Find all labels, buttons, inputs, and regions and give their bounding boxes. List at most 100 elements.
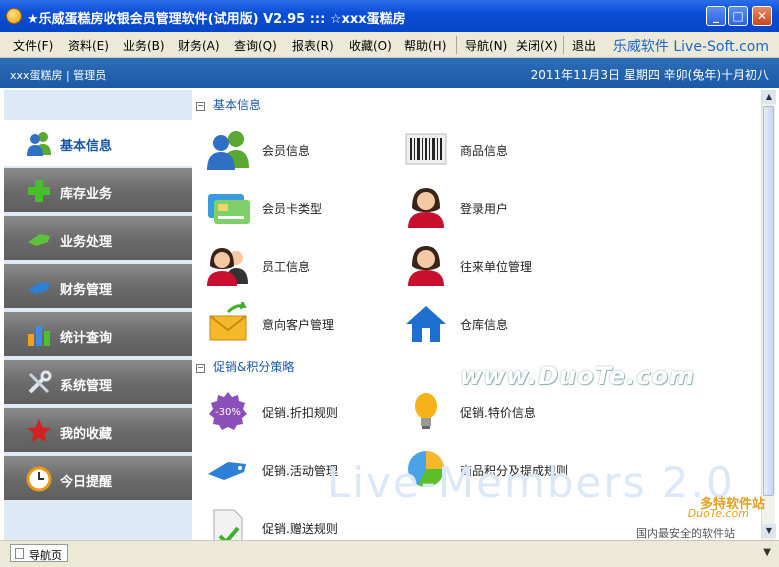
menu-separator (563, 36, 564, 54)
tile-label: 促销.折扣规则 (262, 406, 338, 420)
house-icon (406, 306, 446, 342)
menu-separator (456, 36, 457, 54)
plus-icon (28, 180, 50, 202)
section-title: 基本信息 (213, 98, 262, 112)
sidebar-item-label: 业务处理 (60, 235, 113, 250)
maximize-button[interactable]: □ (728, 6, 748, 26)
sidebar-item-label: 我的收藏 (60, 427, 113, 442)
lightbulb-icon (415, 393, 437, 429)
tile-product-info[interactable]: 商品信息 (396, 124, 586, 174)
brand-logo-text[interactable]: 乐威软件 Live-Soft.com (613, 36, 769, 56)
discount-badge-icon: -30% (209, 392, 247, 430)
shop-user-label: xxx蛋糕房 | 管理员 (10, 69, 107, 82)
tile-gift-rules[interactable]: 促销.赠送规则 (198, 502, 388, 540)
scroll-up-icon[interactable]: ▲ (762, 90, 776, 104)
tag-icon (208, 462, 246, 480)
section-basic-info-header[interactable]: − 基本信息 (196, 96, 261, 113)
barcode-icon (405, 133, 447, 165)
collapse-icon[interactable]: − (196, 364, 205, 373)
page-icon (15, 548, 24, 559)
sidebar-item-label: 系统管理 (60, 379, 113, 394)
tile-label: 促销.赠送规则 (262, 522, 338, 536)
tile-partner-management[interactable]: 往来单位管理 (396, 240, 586, 290)
user-female-icon (408, 246, 444, 286)
bar-chart-icon (28, 326, 50, 346)
sidebar-item-label: 统计查询 (60, 331, 113, 346)
users-icon (207, 131, 249, 170)
sidebar-item-statistics[interactable]: 统计查询 (4, 312, 192, 358)
watermark-duote: www.DuoTe.com (460, 362, 695, 390)
tile-label: 商品信息 (460, 144, 509, 158)
app-logo-icon (6, 8, 22, 24)
star-icon (27, 419, 51, 442)
tile-warehouse-info[interactable]: 仓库信息 (396, 298, 586, 348)
menu-favorites[interactable]: 收藏(O) (349, 37, 392, 54)
menu-exit[interactable]: 退出 (572, 37, 596, 54)
sidebar-item-basic-info[interactable]: 基本信息 (4, 120, 192, 166)
minimize-button[interactable]: _ (706, 6, 726, 26)
menu-data[interactable]: 资料(E) (68, 37, 109, 54)
card-icon (28, 282, 50, 294)
section-title: 促销&积分策略 (213, 360, 295, 374)
tile-label: 会员信息 (262, 144, 311, 158)
tile-label: 意向客户管理 (262, 318, 335, 332)
menu-navigate[interactable]: 导航(N) (465, 37, 507, 54)
document-check-icon (213, 509, 243, 540)
clock-icon (26, 466, 52, 492)
tile-label: 员工信息 (262, 260, 311, 274)
sidebar-item-system[interactable]: 系统管理 (4, 360, 192, 406)
scroll-thumb[interactable] (763, 106, 774, 496)
tools-icon (28, 370, 52, 394)
users-icon (27, 132, 51, 156)
menu-finance[interactable]: 财务(A) (178, 37, 220, 54)
user-female-icon (408, 188, 444, 228)
discount-badge-text: -30% (215, 407, 241, 418)
tile-discount-rules[interactable]: -30% 促销.折扣规则 (198, 386, 388, 436)
close-button[interactable]: ✕ (752, 6, 772, 26)
sidebar-item-favorites[interactable]: 我的收藏 (4, 408, 192, 454)
tile-label: 会员卡类型 (262, 202, 323, 216)
tile-label: 促销.特价信息 (460, 406, 536, 420)
sidebar-item-inventory[interactable]: 库存业务 (4, 168, 192, 214)
mail-icon (209, 302, 247, 341)
tile-login-user[interactable]: 登录用户 (396, 182, 586, 232)
main-panel: − 基本信息 会员信息 商品信息 会员卡类型 登录用户 员工信息 往来单位管理 … (192, 90, 761, 540)
collapse-icon[interactable]: − (196, 102, 205, 111)
menu-bar: 文件(F) 资料(E) 业务(B) 财务(A) 查询(Q) 报表(R) 收藏(O… (0, 32, 779, 58)
sidebar-item-label: 财务管理 (60, 283, 113, 298)
tile-member-info[interactable]: 会员信息 (198, 124, 388, 174)
title-bar: ★乐威蛋糕房收银会员管理软件(试用版) V2.95 ::: ☆xxx蛋糕房 _ … (0, 0, 779, 32)
staff-icon (207, 248, 248, 286)
tab-label: 导航页 (29, 549, 62, 562)
menu-close[interactable]: 关闭(X) (516, 37, 558, 54)
watermark-duote-url: DuoTe.com (687, 507, 749, 520)
info-bar: xxx蛋糕房 | 管理员 2011年11月3日 星期四 辛卯(兔年)十月初八 (0, 58, 779, 88)
sidebar-item-label: 基本信息 (60, 139, 113, 154)
member-card-icon (208, 194, 250, 224)
watermark-live-members: Live-Members 2.0 (327, 458, 735, 507)
tag-icon (28, 234, 50, 246)
tile-prospect-management[interactable]: 意向客户管理 (198, 298, 388, 348)
sidebar-item-finance[interactable]: 财务管理 (4, 264, 192, 310)
sidebar-item-reminders[interactable]: 今日提醒 (4, 456, 192, 502)
date-label: 2011年11月3日 星期四 辛卯(兔年)十月初八 (530, 68, 769, 82)
menu-help[interactable]: 帮助(H) (404, 37, 446, 54)
tile-staff-info[interactable]: 员工信息 (198, 240, 388, 290)
menu-query[interactable]: 查询(Q) (234, 37, 277, 54)
vertical-scrollbar[interactable]: ▲ ▼ (761, 90, 776, 540)
menu-business[interactable]: 业务(B) (123, 37, 165, 54)
menu-report[interactable]: 报表(R) (292, 37, 334, 54)
tile-special-price[interactable]: 促销.特价信息 (396, 386, 586, 436)
tile-label: 往来单位管理 (460, 260, 533, 274)
sidebar-item-business[interactable]: 业务处理 (4, 216, 192, 262)
tab-navigation-page[interactable]: 导航页 (10, 544, 68, 562)
scroll-down-icon[interactable]: ▼ (762, 524, 776, 538)
chevron-down-icon[interactable]: ▼ (763, 547, 771, 558)
status-bar: 导航页 多特软件站 DuoTe.com 国内最安全的软件站 ▼ (0, 497, 779, 567)
menu-file[interactable]: 文件(F) (13, 37, 53, 54)
watermark-slogan: 国内最安全的软件站 (636, 527, 735, 540)
section-promo-header[interactable]: − 促销&积分策略 (196, 358, 294, 375)
sidebar: 基本信息 库存业务 业务处理 财务管理 统计查询 系统管理 我的收藏 今日提醒 (4, 90, 192, 540)
sidebar-item-label: 库存业务 (60, 187, 113, 202)
tile-member-card-type[interactable]: 会员卡类型 (198, 182, 388, 232)
